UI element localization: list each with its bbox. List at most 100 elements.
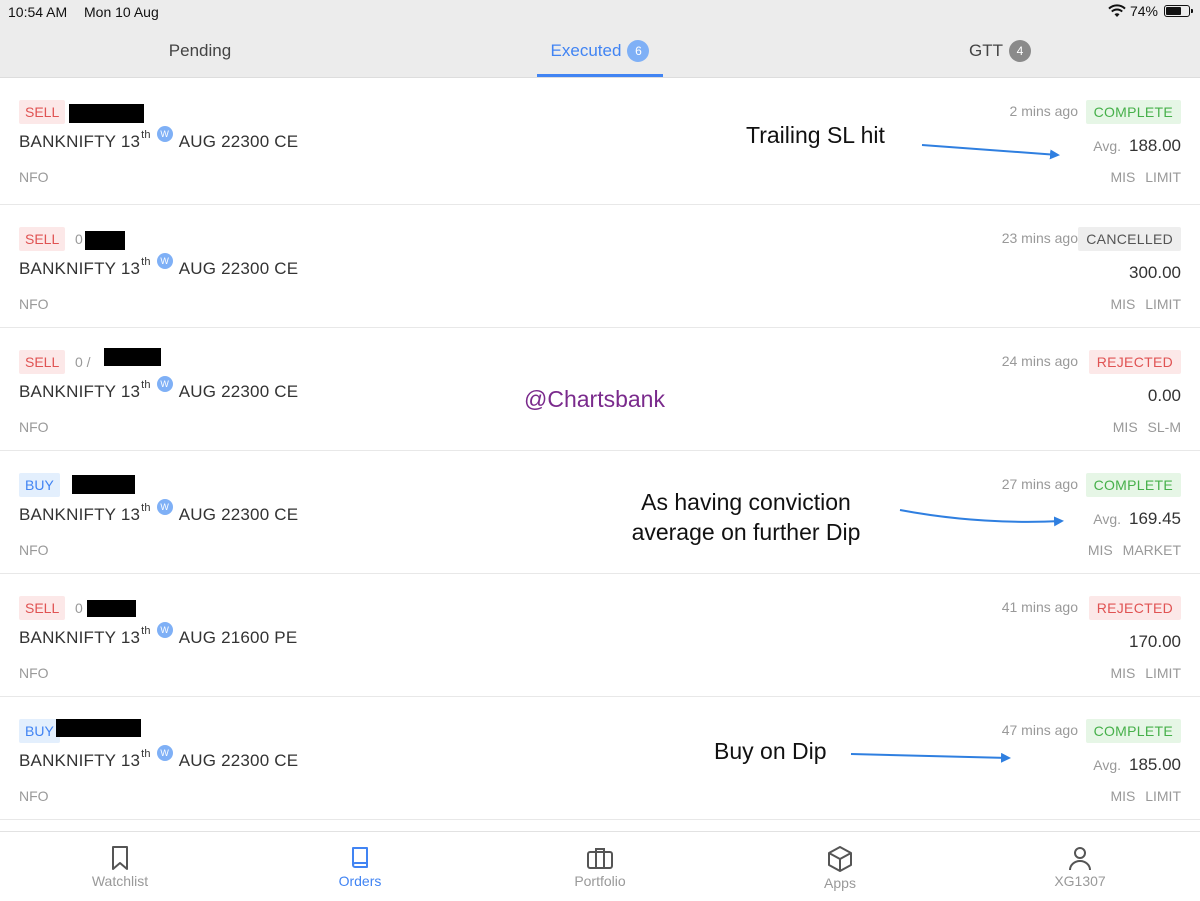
tab-executed[interactable]: Executed 6: [537, 24, 663, 77]
redacted-quantity: [85, 231, 125, 250]
instrument-name: BANKNIFTY 13th W AUG 22300 CE: [19, 126, 299, 152]
side-badge: SELL: [19, 350, 66, 374]
product-type: MIS SL-M: [1113, 419, 1181, 435]
tab-label: GTT: [969, 40, 1003, 60]
order-type: LIMIT: [1145, 788, 1181, 804]
battery-percent: 74%: [1129, 3, 1158, 19]
instrument-symbol: BANKNIFTY 13: [19, 259, 141, 278]
order-time: 2 mins ago: [1009, 103, 1078, 119]
battery-icon: [1164, 5, 1193, 17]
instrument-symbol: BANKNIFTY 13: [19, 382, 141, 401]
avg-label: Avg.: [1093, 511, 1121, 527]
weekly-badge: W: [156, 126, 173, 142]
order-quantity: 0: [75, 231, 83, 247]
watermark: @Chartsbank: [524, 386, 665, 412]
annotation-line: As having conviction: [641, 489, 851, 515]
order-type: SL-M: [1147, 419, 1181, 435]
status-badge: COMPLETE: [1085, 473, 1181, 497]
orders-list: SELL BANKNIFTY 13th W AUG 22300 CE NFO 2…: [0, 78, 1200, 820]
price-value: 169.45: [1129, 509, 1181, 528]
instrument-name: BANKNIFTY 13th W AUG 22300 CE: [19, 745, 299, 771]
order-row[interactable]: BUY BANKNIFTY 13th W AUG 22300 CE NFO 27…: [0, 451, 1200, 574]
product: MIS: [1110, 169, 1136, 185]
product-type: MIS LIMIT: [1110, 296, 1181, 312]
side-badge: SELL: [19, 100, 66, 124]
status-badge: REJECTED: [1088, 596, 1181, 620]
expiry-suffix: th: [141, 379, 151, 391]
order-time: 27 mins ago: [1001, 476, 1078, 492]
order-time: 47 mins ago: [1001, 722, 1078, 738]
redacted-quantity: [72, 475, 135, 494]
contract-detail: AUG 22300 CE: [178, 132, 299, 151]
product-type: MIS MARKET: [1088, 542, 1181, 558]
nav-portfolio[interactable]: Portfolio: [480, 832, 720, 901]
instrument-name: BANKNIFTY 13th W AUG 22300 CE: [19, 499, 299, 525]
tab-gtt[interactable]: GTT 4: [900, 24, 1100, 77]
order-price: 170.00: [1121, 632, 1181, 652]
order-row[interactable]: SELL BANKNIFTY 13th W AUG 22300 CE NFO 2…: [0, 78, 1200, 205]
product-type: MIS LIMIT: [1110, 665, 1181, 681]
order-type: LIMIT: [1145, 665, 1181, 681]
product-type: MIS LIMIT: [1110, 169, 1181, 185]
order-row[interactable]: SELL 0 BANKNIFTY 13th W AUG 21600 PE NFO…: [0, 574, 1200, 697]
contract-detail: AUG 22300 CE: [178, 505, 299, 524]
instrument-name: BANKNIFTY 13th W AUG 21600 PE: [19, 622, 297, 648]
order-time: 41 mins ago: [1001, 599, 1078, 615]
price-value: 185.00: [1129, 755, 1181, 774]
contract-detail: AUG 22300 CE: [178, 751, 299, 770]
side-badge: BUY: [19, 473, 60, 497]
nav-watchlist[interactable]: Watchlist: [0, 832, 240, 901]
annotation-line: average on further Dip: [631, 519, 861, 545]
expiry-suffix: th: [141, 129, 151, 141]
nav-label: XG1307: [1054, 873, 1106, 889]
product: MIS: [1110, 296, 1136, 312]
exchange: NFO: [19, 169, 49, 185]
status-badge: CANCELLED: [1078, 227, 1181, 251]
tab-pending[interactable]: Pending: [100, 24, 300, 77]
order-price: 300.00: [1121, 263, 1181, 283]
briefcase-icon: [587, 848, 613, 869]
order-row[interactable]: BUY BANKNIFTY 13th W AUG 22300 CE NFO 47…: [0, 697, 1200, 820]
tab-label: Executed: [550, 40, 622, 60]
weekly-badge: W: [156, 622, 173, 638]
order-price: 0.00: [1140, 386, 1181, 406]
order-quantity: 0 /: [75, 354, 91, 370]
instrument-name: BANKNIFTY 13th W AUG 22300 CE: [19, 253, 298, 279]
book-icon: [352, 847, 368, 868]
instrument-name: BANKNIFTY 13th W AUG 22300 CE: [19, 376, 299, 402]
annotation-buy-on-dip: Buy on Dip: [714, 738, 827, 764]
order-price: Avg. 169.45: [1093, 509, 1181, 529]
order-row[interactable]: SELL 0 BANKNIFTY 13th W AUG 22300 CE NFO…: [0, 205, 1200, 328]
redacted-quantity: [104, 348, 161, 366]
nav-account[interactable]: XG1307: [960, 832, 1200, 901]
contract-detail: AUG 22300 CE: [178, 382, 299, 401]
annotation-conviction: As having conviction average on further …: [610, 487, 882, 547]
weekly-badge: W: [156, 745, 173, 761]
status-badge: REJECTED: [1088, 350, 1181, 374]
count-badge: 6: [627, 39, 650, 62]
nav-label: Watchlist: [91, 873, 149, 889]
status-badge: COMPLETE: [1085, 719, 1181, 743]
wifi-icon: [1108, 4, 1126, 17]
nav-label: Orders: [338, 873, 382, 889]
count-badge: 4: [1009, 39, 1031, 62]
nav-label: Portfolio: [574, 873, 626, 889]
order-price: Avg. 188.00: [1093, 136, 1181, 156]
exchange: NFO: [19, 296, 49, 312]
bookmark-icon: [112, 846, 128, 870]
order-type: LIMIT: [1145, 169, 1181, 185]
nav-orders[interactable]: Orders: [240, 832, 480, 901]
price-value: 188.00: [1129, 136, 1181, 155]
avg-label: Avg.: [1093, 757, 1121, 773]
order-type: LIMIT: [1145, 296, 1181, 312]
price-value: 0.00: [1147, 386, 1181, 405]
nav-apps[interactable]: Apps: [720, 832, 960, 901]
avg-label: Avg.: [1093, 138, 1121, 154]
order-price: Avg. 185.00: [1093, 755, 1181, 775]
instrument-symbol: BANKNIFTY 13: [19, 132, 141, 151]
product: MIS: [1110, 788, 1136, 804]
expiry-suffix: th: [141, 748, 151, 760]
order-tabs: Pending Executed 6 GTT 4: [0, 24, 1200, 78]
order-quantity: 0: [75, 600, 83, 616]
annotation-trailing-sl: Trailing SL hit: [746, 122, 885, 148]
